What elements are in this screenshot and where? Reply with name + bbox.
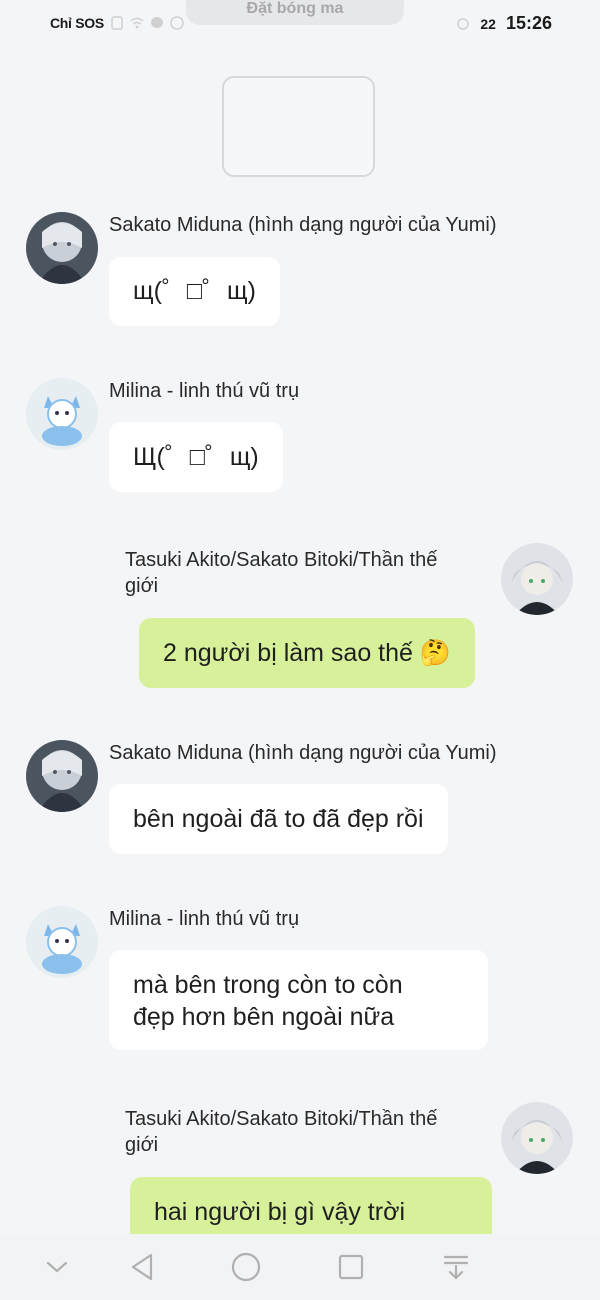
recents-square-icon[interactable] xyxy=(334,1250,368,1284)
avatar-miduna[interactable] xyxy=(26,212,98,284)
status-right: 22 15:26 xyxy=(456,13,552,34)
empty-media-box[interactable] xyxy=(222,76,375,177)
message-text: bên ngoài đã to đã đẹp rồi xyxy=(133,805,424,833)
status-bar: Chỉ SOS 22 15:26 xyxy=(0,0,600,50)
home-circle-icon[interactable] xyxy=(229,1250,263,1284)
sender-name-line: Tasuki Akito/Sakato Bitoki/Thần thế xyxy=(125,549,438,571)
status-left: Chỉ SOS xyxy=(50,15,184,31)
message-bubble[interactable]: Щ(゜□゜щ) xyxy=(109,422,283,492)
message-text-line: đẹp hơn bên ngoài nữa xyxy=(133,1003,395,1031)
avatar-milina[interactable] xyxy=(26,906,98,978)
avatar-miduna[interactable] xyxy=(26,740,98,812)
sender-name-line: Tasuki Akito/Sakato Bitoki/Thần thế xyxy=(125,1108,438,1130)
carrier-label: Chỉ SOS xyxy=(50,15,104,31)
message-text: 2 người bị làm sao thế 🤔 xyxy=(163,639,452,667)
messenger-icon xyxy=(150,16,164,30)
sender-name: Sakato Miduna (hình dạng người của Yumi) xyxy=(109,742,497,764)
alarm-icon xyxy=(456,17,470,31)
sender-name: Sakato Miduna (hình dạng người của Yumi) xyxy=(109,214,497,236)
wifi-icon xyxy=(130,16,144,30)
avatar-milina[interactable] xyxy=(26,378,98,450)
back-triangle-icon[interactable] xyxy=(125,1250,159,1284)
sender-name: Tasuki Akito/Sakato Bitoki/Thần thế giới xyxy=(125,1106,490,1158)
sender-name: Tasuki Akito/Sakato Bitoki/Thần thế giới xyxy=(125,547,490,599)
message-text: щ(゜□゜щ) xyxy=(133,277,256,305)
message-text: hai người bị gì vậy trời xyxy=(154,1198,406,1226)
avatar-tasuki[interactable] xyxy=(501,1102,573,1174)
message-text: Щ(゜□゜щ) xyxy=(133,443,259,471)
system-nav-bar xyxy=(0,1234,600,1300)
facebook-icon xyxy=(170,16,184,30)
message-bubble[interactable]: mà bên trong còn to còn đẹp hơn bên ngoà… xyxy=(109,950,488,1050)
download-tray-icon[interactable] xyxy=(439,1250,473,1284)
network-label: 22 xyxy=(480,15,496,32)
chevron-down-icon[interactable] xyxy=(40,1250,74,1284)
sender-name: Milina - linh thú vũ trụ xyxy=(109,380,300,402)
message-bubble[interactable]: bên ngoài đã to đã đẹp rồi xyxy=(109,784,448,854)
sender-name-line: giới xyxy=(125,1134,159,1156)
message-text-line: mà bên trong còn to còn xyxy=(133,971,403,999)
sender-name: Milina - linh thú vũ trụ xyxy=(109,908,300,930)
sim-icon xyxy=(110,16,124,30)
sender-name-line: giới xyxy=(125,575,159,597)
message-bubble[interactable]: щ(゜□゜щ) xyxy=(109,257,280,326)
message-bubble-mine[interactable]: 2 người bị làm sao thế 🤔 xyxy=(139,618,476,688)
clock: 15:26 xyxy=(505,13,552,33)
avatar-tasuki[interactable] xyxy=(501,543,573,615)
chat-screen: Đặt bóng ma Chỉ SOS 22 15:26 Sakato Midu… xyxy=(0,0,600,1300)
